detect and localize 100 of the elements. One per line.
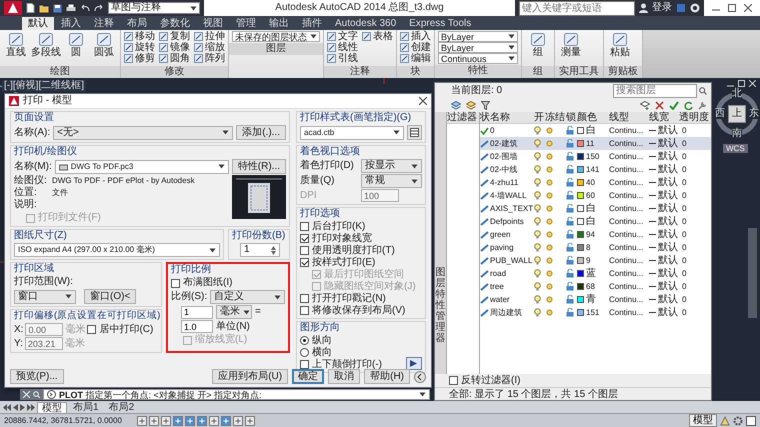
color-swatch[interactable] xyxy=(577,218,584,225)
radio-button[interactable] xyxy=(300,348,309,357)
toggle-icon[interactable] xyxy=(173,416,183,426)
color-swatch[interactable] xyxy=(577,283,584,290)
ribbon-tab[interactable]: 视图 xyxy=(197,17,229,30)
refresh-icon[interactable] xyxy=(684,100,693,110)
radio-button[interactable] xyxy=(300,336,309,345)
tool-button[interactable]: 圆 xyxy=(63,31,89,58)
tool-button[interactable]: 编辑 xyxy=(400,53,431,64)
checkbox[interactable] xyxy=(300,222,309,231)
panel-title[interactable]: 特性 xyxy=(435,65,521,77)
tool-button[interactable]: 粘贴 xyxy=(607,31,633,58)
compass-label[interactable]: 东 xyxy=(749,109,759,119)
new-layer-icon[interactable] xyxy=(640,100,650,110)
padlock-icon[interactable] xyxy=(566,269,574,278)
ribbon-tab[interactable]: 插入 xyxy=(55,17,87,30)
padlock-icon[interactable] xyxy=(566,243,574,252)
tool-button[interactable]: 创建 xyxy=(400,42,431,53)
toggle-icon[interactable] xyxy=(185,416,195,426)
annotation-scale-icon[interactable] xyxy=(720,416,730,426)
layers-icon[interactable] xyxy=(466,100,476,110)
padlock-icon[interactable] xyxy=(566,282,574,291)
search-icon[interactable] xyxy=(33,391,40,398)
checkbox[interactable] xyxy=(300,234,309,243)
tool-button[interactable]: 线性 xyxy=(327,42,358,53)
lightbulb-icon[interactable] xyxy=(534,126,541,135)
layers-icon[interactable] xyxy=(451,100,461,110)
scale-value-field[interactable]: 1 xyxy=(181,306,213,318)
toggle-icon[interactable] xyxy=(161,416,171,426)
scale-dropdown[interactable]: 自定义 xyxy=(210,290,285,304)
column-header[interactable]: 颜色 xyxy=(577,112,609,124)
compass-label[interactable]: 西 xyxy=(715,109,725,119)
shade-dropdown[interactable]: 按显示 xyxy=(361,159,422,173)
checkbox[interactable] xyxy=(87,325,96,334)
sign-in-link[interactable]: 登录 xyxy=(652,2,672,14)
lightbulb-icon[interactable] xyxy=(534,152,541,161)
lightbulb-icon[interactable] xyxy=(534,204,541,213)
tool-button[interactable]: 引线 xyxy=(327,53,358,64)
checkbox[interactable] xyxy=(300,306,309,315)
color-swatch[interactable] xyxy=(577,257,584,264)
search-field[interactable]: 搜索图层 xyxy=(613,84,697,98)
toggle-icon[interactable] xyxy=(245,416,255,426)
color-swatch[interactable] xyxy=(577,166,584,173)
layout-tab[interactable]: 布局2 xyxy=(104,402,138,412)
toggle-icon[interactable] xyxy=(149,416,159,426)
tool-button[interactable]: 缩放 xyxy=(194,42,225,53)
column-header[interactable]: 名称 xyxy=(490,112,534,124)
preview-button[interactable]: 预览(P)... xyxy=(10,369,64,384)
tool-button[interactable]: 拉伸 xyxy=(194,31,225,42)
apply-button[interactable]: 应用到布局(U) xyxy=(212,369,288,384)
ribbon-tab[interactable]: Express Tools xyxy=(403,17,478,30)
tool-button[interactable]: 多段线 xyxy=(31,31,61,58)
color-swatch[interactable] xyxy=(577,192,584,199)
layout-tab[interactable]: 模型 xyxy=(37,402,67,412)
paper-size-dropdown[interactable]: ISO expand A4 (297.00 x 210.00 毫米) xyxy=(14,243,220,257)
lightbulb-icon[interactable] xyxy=(534,178,541,187)
fullscreen-icon[interactable] xyxy=(746,416,756,426)
column-header[interactable]: 锁 xyxy=(566,112,577,124)
column-header[interactable]: 状 xyxy=(480,112,490,124)
compass-label[interactable]: 北 xyxy=(732,89,742,99)
color-swatch[interactable] xyxy=(577,179,584,186)
layout-tab[interactable]: 布局1 xyxy=(69,402,103,412)
lightbulb-icon[interactable] xyxy=(534,243,541,252)
checkbox[interactable] xyxy=(300,294,309,303)
ribbon-tab[interactable]: 参数化 xyxy=(154,17,196,30)
padlock-icon[interactable] xyxy=(566,295,574,304)
last-arrow-icon[interactable] xyxy=(27,404,35,410)
shade-dropdown[interactable]: 常规 xyxy=(361,174,422,188)
printer-dropdown[interactable]: DWG To PDF.pc3 xyxy=(54,160,229,174)
panel-title[interactable]: 实用工具 xyxy=(555,66,603,78)
column-header[interactable]: 开 xyxy=(534,112,545,124)
plot-style-dropdown[interactable]: acad.ctb xyxy=(300,126,404,140)
ribbon-tab[interactable]: 注释 xyxy=(88,17,120,30)
ribbon-tab[interactable]: 插件 xyxy=(296,17,328,30)
checkbox[interactable] xyxy=(449,376,458,385)
unit-dropdown[interactable]: 毫米 xyxy=(216,305,252,319)
property-dropdown[interactable]: ByLayer xyxy=(438,31,518,42)
save-icon[interactable] xyxy=(53,4,62,12)
ok-button[interactable]: 确定 xyxy=(292,369,324,384)
column-header[interactable]: 线型 xyxy=(609,112,649,124)
ribbon-tab[interactable]: Autodesk 360 xyxy=(329,17,402,30)
ribbon-tab[interactable]: 默认 xyxy=(22,17,54,30)
padlock-icon[interactable] xyxy=(566,191,574,200)
padlock-icon[interactable] xyxy=(566,126,574,135)
lightbulb-icon[interactable] xyxy=(534,165,541,174)
panel-title[interactable]: 剪贴板 xyxy=(604,66,642,78)
help-icon[interactable] xyxy=(690,3,700,13)
padlock-icon[interactable] xyxy=(566,152,574,161)
tool-button[interactable]: 组 xyxy=(525,31,551,58)
tool-button[interactable]: 测量 xyxy=(558,31,584,58)
property-dropdown[interactable]: 未保存的图层状态 xyxy=(232,31,320,42)
panel-title[interactable]: 注释 xyxy=(324,66,396,78)
lightbulb-icon[interactable] xyxy=(534,256,541,265)
tool-button[interactable]: 阵列 xyxy=(194,53,225,64)
padlock-icon[interactable] xyxy=(566,165,574,174)
collapse-icon[interactable] xyxy=(414,370,426,382)
exchange-icon[interactable] xyxy=(676,3,686,13)
lightbulb-icon[interactable] xyxy=(534,269,541,278)
first-arrow-icon[interactable] xyxy=(3,404,11,410)
previous-arrow-icon[interactable] xyxy=(13,404,18,410)
